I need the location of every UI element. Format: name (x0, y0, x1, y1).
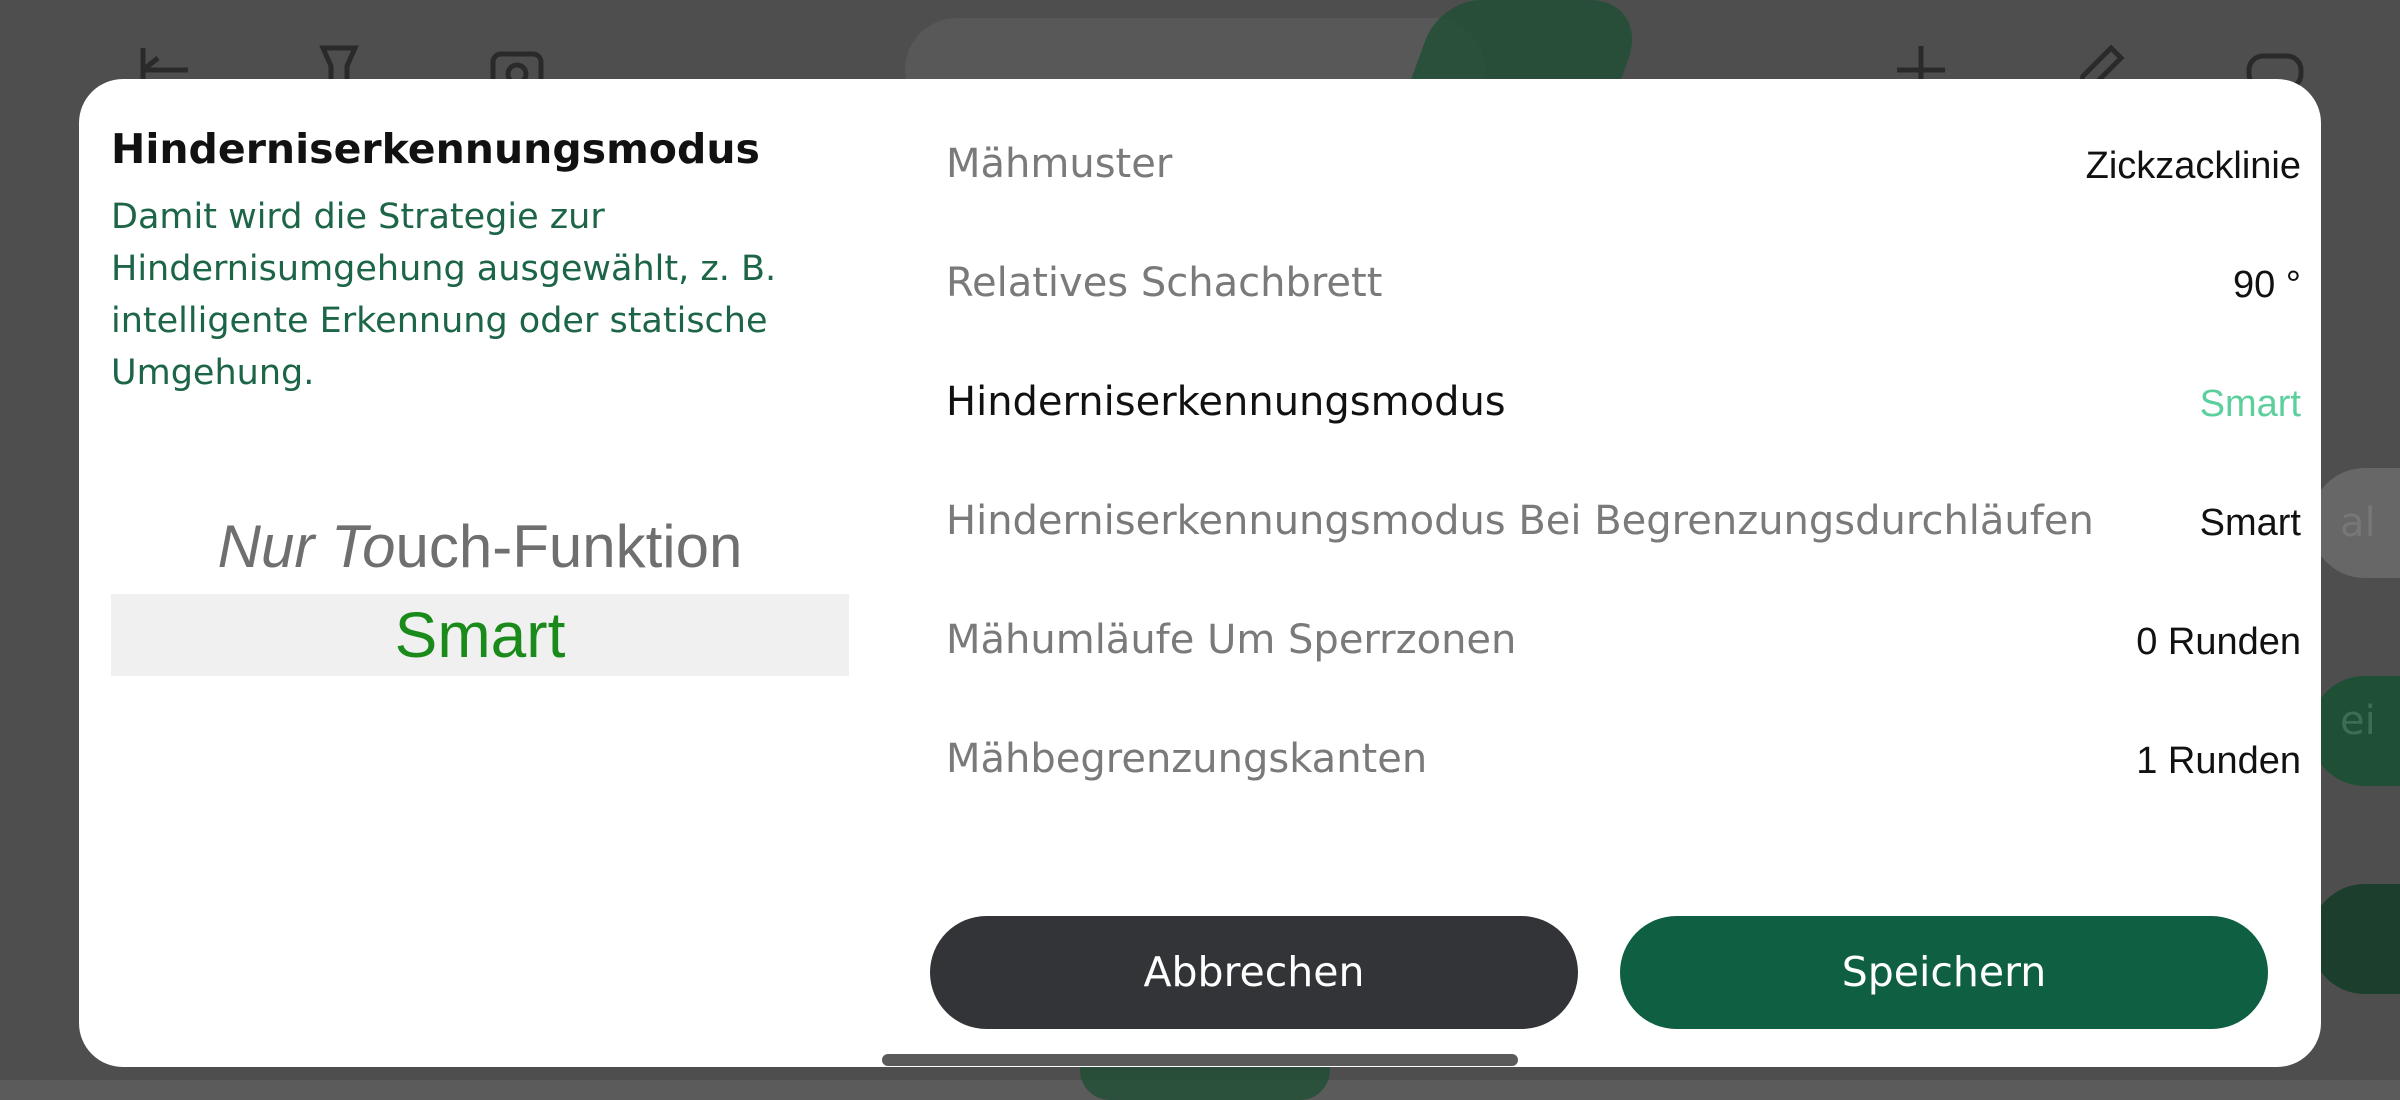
detail-pane: Hinderniserkennungsmodus Damit wird die … (111, 117, 851, 399)
setting-label: Mähmuster (946, 141, 1173, 187)
setting-label: Mähbegrenzungskanten (946, 736, 1428, 782)
setting-value: Smart (2199, 383, 2301, 425)
save-button[interactable]: Speichern (1620, 916, 2268, 1029)
background-side-button-green: ei (2310, 676, 2400, 786)
setting-label: Relatives Schachbrett (946, 260, 1383, 306)
setting-value: Smart (2199, 502, 2301, 544)
detail-description: Damit wird die Strategie zur Hindernisum… (111, 197, 777, 393)
setting-row-mowing-pattern[interactable]: Mähmuster Zickzacklinie (946, 105, 2321, 223)
settings-dialog: Hinderniserkennungsmodus Damit wird die … (79, 79, 2321, 1067)
setting-row-boundary-edges[interactable]: Mähbegrenzungskanten 1 Runden (946, 700, 2321, 818)
background-side-button: al (2310, 468, 2400, 578)
setting-value: 0 Runden (2136, 621, 2301, 663)
background-side-button-dark (2310, 884, 2400, 994)
setting-value: 90 ° (2232, 264, 2301, 306)
setting-label: Hinderniserkennungsmodus (946, 379, 1506, 425)
cancel-button[interactable]: Abbrechen (930, 916, 1578, 1029)
picker-option-selected[interactable]: Smart (111, 594, 849, 676)
setting-row-relative-checkerboard[interactable]: Relatives Schachbrett 90 ° (946, 224, 2321, 342)
setting-row-exclusion-zone-laps[interactable]: Mähumläufe Um Sperrzonen 0 Runden (946, 581, 2321, 699)
home-indicator[interactable] (882, 1054, 1518, 1066)
setting-label: Hinderniserkennungsmodus Bei Begrenzungs… (946, 498, 2094, 544)
setting-row-obstacle-detection-boundary[interactable]: Hinderniserkennungsmodus Bei Begrenzungs… (946, 462, 2321, 580)
detail-title: Hinderniserkennungsmodus (111, 125, 760, 173)
value-picker[interactable]: Nur Touch-Funktion Smart (111, 499, 849, 676)
setting-value: 1 Runden (2136, 740, 2301, 782)
picker-option-touch-only[interactable]: Nur Touch-Funktion (111, 499, 849, 594)
setting-label: Mähumläufe Um Sperrzonen (946, 617, 1517, 663)
setting-value: Zickzacklinie (2085, 145, 2301, 187)
setting-row-obstacle-detection-mode[interactable]: Hinderniserkennungsmodus Smart (946, 343, 2321, 461)
